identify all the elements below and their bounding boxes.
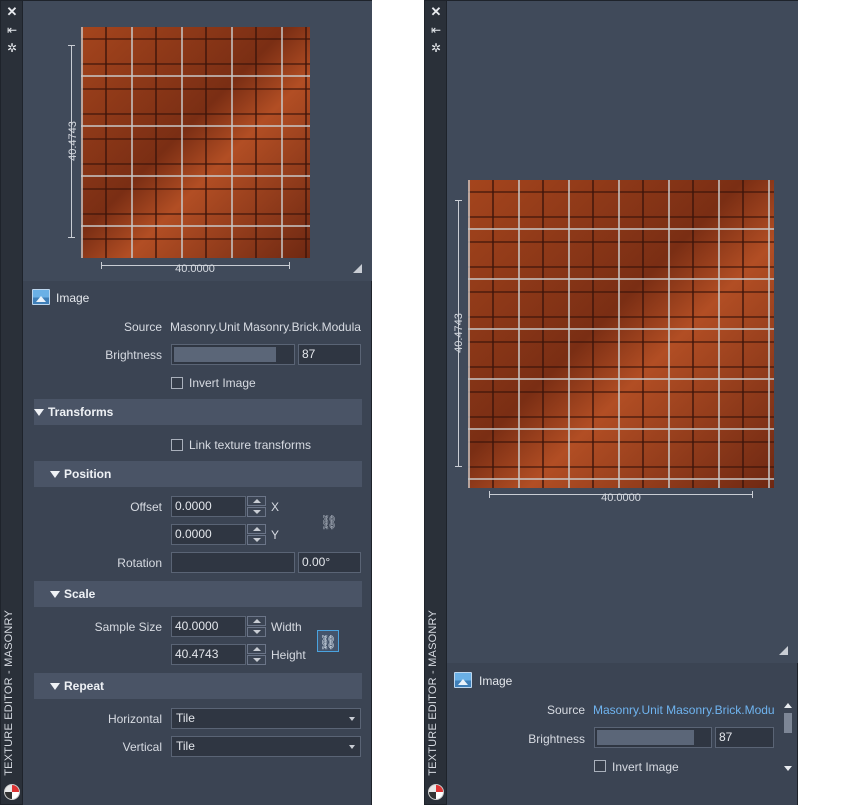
pin-icon[interactable]: ⇤ [4,23,20,37]
source-label: Source [546,703,585,717]
image-icon [32,289,50,305]
horizontal-repeat-select[interactable]: Tile [171,708,361,729]
spin-up-button[interactable] [247,616,266,626]
properties-panel: Image Source Masonry.Unit Masonry.Brick.… [447,663,797,805]
pin-icon[interactable]: ⇤ [428,23,444,37]
position-section-header[interactable]: Position [34,461,362,487]
transforms-section-header[interactable]: Transforms [34,399,362,425]
offset-y-input[interactable]: 0.0000 [171,524,246,545]
source-label: Source [123,320,162,334]
texture-image [468,180,774,488]
texture-editor-palette-right: ✕ ⇤ ✲ TEXTURE EDITOR - MASONRY 40.4743 4… [424,0,798,805]
spin-up-button[interactable] [247,524,266,534]
app-icon [428,784,444,800]
link-texture-transforms-checkbox[interactable] [171,439,183,451]
collapse-triangle-icon [50,591,60,598]
vertical-repeat-select[interactable]: Tile [171,736,361,757]
link-offset-icon[interactable]: ⛓ [318,511,340,533]
transforms-header-label: Transforms [48,405,114,419]
gear-icon[interactable]: ✲ [428,41,444,55]
brightness-slider[interactable] [594,727,712,748]
offset-label: Offset [130,500,162,514]
repeat-section-header[interactable]: Repeat [34,673,362,699]
source-link[interactable]: Masonry.Unit Masonry.Brick.Modu [593,698,777,722]
brightness-label: Brightness [105,348,162,362]
texture-preview-area: 40.4743 40.0000 [447,1,798,663]
brightness-slider-fill [174,347,277,362]
spin-down-button[interactable] [247,627,266,637]
sample-width-spinner[interactable] [247,616,267,637]
offset-x-axis-label: X [271,500,280,514]
height-dimension-label: 40.4743 [453,313,465,353]
rotation-slider[interactable] [171,552,295,573]
spin-down-button[interactable] [247,655,266,665]
position-header-label: Position [64,467,112,481]
invert-image-checkbox[interactable] [171,377,183,389]
palette-title: TEXTURE EDITOR - MASONRY [3,610,15,776]
properties-panel: Image Source Masonry.Unit Masonry.Brick.… [23,281,371,805]
rotation-input[interactable]: 0.00° [298,552,361,573]
sample-width-input[interactable]: 40.0000 [171,616,246,637]
height-dimension-label: 40.4743 [67,121,79,161]
rotation-label: Rotation [117,556,162,570]
link-scale-icon[interactable]: ⛓ [317,630,339,652]
texture-preview-area: 40.4743 40.0000 [23,1,372,281]
image-section-label: Image [56,291,90,305]
scroll-down-arrow-icon[interactable] [784,766,792,771]
sample-height-spinner[interactable] [247,644,267,665]
offset-x-spinner[interactable] [247,496,267,517]
link-texture-transforms-label: Link texture transforms [189,438,312,452]
sample-height-label: Height [271,648,306,662]
palette-titlebar[interactable]: ✕ ⇤ ✲ TEXTURE EDITOR - MASONRY [1,1,23,804]
width-dimension-label: 40.0000 [175,263,215,275]
brightness-input[interactable]: 87 [298,344,361,365]
brightness-slider[interactable] [171,344,295,365]
scroll-up-arrow-icon[interactable] [784,703,792,708]
brightness-label: Brightness [528,732,585,746]
brightness-input[interactable]: 87 [715,727,774,748]
collapse-triangle-icon [50,683,60,690]
sample-width-label: Width [271,620,302,634]
invert-image-label: Invert Image [189,376,256,390]
image-icon [454,672,472,688]
source-value[interactable]: Masonry.Unit Masonry.Brick.Modula [170,315,362,339]
width-dimension-label: 40.0000 [601,492,641,504]
texture-image [81,27,310,258]
invert-image-label: Invert Image [612,760,679,774]
scale-header-label: Scale [64,587,96,601]
spin-down-button[interactable] [247,507,266,517]
scale-section-header[interactable]: Scale [34,581,362,607]
close-icon[interactable]: ✕ [428,5,444,19]
app-icon [4,784,20,800]
offset-y-axis-label: Y [271,528,280,542]
image-section-label: Image [479,674,513,688]
offset-y-spinner[interactable] [247,524,267,545]
palette-content: 40.4743 40.0000 Image Source Masonry.Uni… [23,1,372,805]
offset-x-input[interactable]: 0.0000 [171,496,246,517]
horizontal-label: Horizontal [107,712,162,726]
preview-resize-grip[interactable] [353,264,362,273]
sample-height-input[interactable]: 40.4743 [171,644,246,665]
spin-up-button[interactable] [247,644,266,654]
texture-editor-palette-left: ✕ ⇤ ✲ TEXTURE EDITOR - MASONRY 40.4743 4… [0,0,372,805]
preview-resize-grip[interactable] [779,646,788,655]
properties-scrollbar[interactable] [782,701,794,773]
collapse-triangle-icon [50,471,60,478]
sample-size-label: Sample Size [94,620,162,634]
gear-icon[interactable]: ✲ [4,41,20,55]
scrollbar-thumb[interactable] [784,713,792,733]
spin-down-button[interactable] [247,535,266,545]
brightness-slider-fill [597,730,694,745]
palette-content: 40.4743 40.0000 Image Source Masonry.Uni… [447,1,798,805]
spin-up-button[interactable] [247,496,266,506]
palette-title: TEXTURE EDITOR - MASONRY [427,610,439,776]
invert-image-checkbox[interactable] [594,760,606,772]
close-icon[interactable]: ✕ [4,5,20,19]
repeat-header-label: Repeat [64,679,105,693]
vertical-label: Vertical [122,740,162,754]
palette-titlebar[interactable]: ✕ ⇤ ✲ TEXTURE EDITOR - MASONRY [425,1,447,804]
collapse-triangle-icon [34,409,44,416]
